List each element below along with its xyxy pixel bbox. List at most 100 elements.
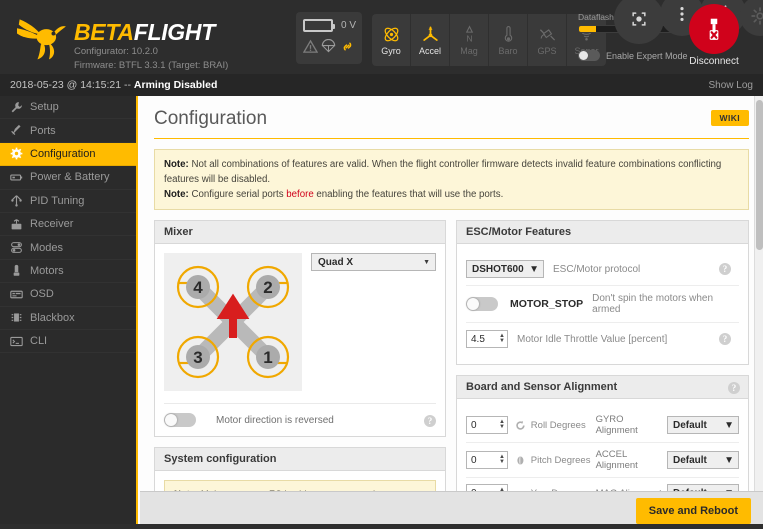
sensor-mag: N Mag <box>450 14 489 66</box>
mixer-panel-title: Mixer <box>155 221 445 244</box>
motor-stop-toggle[interactable] <box>466 297 498 311</box>
sidebar-item-osd[interactable]: OSD <box>0 283 136 307</box>
warning-triangle-icon <box>302 39 318 53</box>
sidebar-item-blackbox[interactable]: Blackbox <box>0 307 136 330</box>
save-and-reboot-button[interactable]: Save and Reboot <box>635 497 751 524</box>
left-column: Mixer 4 2 3 1 Quad X ▼ Motor direction i… <box>154 220 446 529</box>
expert-mode-toggle[interactable]: Enable Expert Mode <box>578 50 688 61</box>
chevron-down-icon: ▼ <box>724 454 734 466</box>
spinner-icon[interactable]: ▲▼ <box>499 333 505 344</box>
mixer-panel: Mixer 4 2 3 1 Quad X ▼ Motor direction i… <box>154 220 446 437</box>
motor-idle-input[interactable]: 4.5 ▲ ▼ <box>466 330 508 348</box>
sidebar-item-configuration[interactable]: Configuration <box>0 142 136 167</box>
spinner-icon[interactable]: ▲▼ <box>499 454 505 465</box>
note-1-text: Not all combinations of features are val… <box>164 159 722 185</box>
disconnect-label: Disconnect <box>689 56 739 67</box>
sidebar-item-setup[interactable]: Setup <box>0 96 136 120</box>
motor-idle-label: Motor Idle Throttle Value [percent] <box>517 333 668 345</box>
note-2-post: enabling the features that will use the … <box>313 189 504 200</box>
sidebar-item-label: Blackbox <box>30 311 75 324</box>
accel-icon <box>422 26 438 41</box>
title-divider <box>154 138 749 139</box>
disconnect-circle[interactable] <box>689 4 739 54</box>
sidebar-item-modes[interactable]: Modes <box>0 236 136 260</box>
roll-degrees-value: 0 <box>471 419 477 431</box>
esc-protocol-row: DSHOT600 ▼ ESC/Motor protocol ? <box>466 253 739 286</box>
battery-icon <box>10 174 23 181</box>
switch-icon <box>11 242 22 253</box>
note-1-label: Note: <box>164 159 189 170</box>
motor-stop-name: MOTOR_STOP <box>510 298 584 310</box>
scrollbar-thumb[interactable] <box>756 100 763 250</box>
sidebar-item-label: Receiver <box>30 218 74 231</box>
accel-alignment-select[interactable]: Default ▼ <box>667 451 739 469</box>
svg-text:1: 1 <box>263 348 272 367</box>
status-bar: 2018-05-23 @ 14:15:21 -- Arming Disabled… <box>0 74 763 96</box>
mixer-diagram: 4 2 3 1 <box>164 253 302 391</box>
mag-icon: N <box>465 24 473 43</box>
sliders-icon <box>11 195 22 207</box>
sensor-baro-label: Baro <box>498 45 518 56</box>
betaflight-bee-icon <box>17 19 66 60</box>
expert-mode-switch[interactable] <box>578 50 600 61</box>
mixer-type-select[interactable]: Quad X ▼ <box>311 253 436 271</box>
motor-direction-help-icon[interactable]: ? <box>424 415 436 427</box>
motor-stop-desc: Don't spin the motors when armed <box>592 293 713 315</box>
right-column: ESC/Motor Features DSHOT600 ▼ ESC/Motor … <box>456 220 749 529</box>
brand-flight-text: FLIGHT <box>133 19 216 45</box>
sidebar-item-receiver[interactable]: Receiver <box>0 213 136 237</box>
content-scrollbar[interactable] <box>754 96 763 491</box>
esc-panel-body: DSHOT600 ▼ ESC/Motor protocol ? MOTOR_ST… <box>457 244 748 364</box>
page-header: Configuration WIKI <box>140 96 763 139</box>
chevron-down-icon: ▼ <box>724 419 734 431</box>
alignment-row-pitch: 0 ▲ ▼ Pitch Degrees ACCEL Alignment Defau… <box>466 443 739 478</box>
status-message: 2018-05-23 @ 14:15:21 -- Arming Disabled <box>10 79 217 91</box>
mixer-panel-body: 4 2 3 1 Quad X ▼ Motor direction is reve… <box>155 244 445 436</box>
esc-protocol-label: ESC/Motor protocol <box>553 263 641 275</box>
settings-button[interactable] <box>740 0 763 36</box>
spinner-icon[interactable]: ▲▼ <box>499 419 505 430</box>
roll-degrees-input[interactable]: 0 ▲ ▼ <box>466 416 508 434</box>
wiki-button[interactable]: WIKI <box>710 110 749 126</box>
gyro-alignment-select[interactable]: Default ▼ <box>667 416 739 434</box>
note-line-2: Note: Configure serial ports before enab… <box>164 187 739 202</box>
esc-protocol-help-icon[interactable]: ? <box>719 263 731 275</box>
status-timestamp: 2018-05-23 @ 14:15:21 -- <box>10 79 131 91</box>
sensor-accel: Accel <box>411 14 450 66</box>
battery-voltage: 0 V <box>341 20 357 31</box>
status-arming: Arming Disabled <box>133 79 218 91</box>
disconnect-button[interactable]: Disconnect <box>686 4 742 67</box>
sensor-gyro: Gyro <box>372 14 411 66</box>
sensor-status-group: Gyro Accel N Mag Baro GPS <box>372 14 606 66</box>
sidebar-item-label: CLI <box>30 335 48 348</box>
gps-icon <box>539 28 555 40</box>
note-line-1: Note: Not all combinations of features a… <box>164 157 739 187</box>
motor-icon <box>13 265 20 277</box>
motor-idle-help-icon[interactable]: ? <box>719 333 731 345</box>
sidebar-item-ports[interactable]: Ports <box>0 119 136 143</box>
screen-icon <box>10 290 23 299</box>
sensor-gps: GPS <box>528 14 567 66</box>
sidebar-item-cli[interactable]: CLI <box>0 330 136 354</box>
alignment-help-icon[interactable]: ? <box>728 382 740 394</box>
show-log-link[interactable]: Show Log <box>709 80 753 91</box>
svg-text:2: 2 <box>263 278 272 297</box>
sidebar-item-label: PID Tuning <box>30 194 85 207</box>
esc-protocol-select[interactable]: DSHOT600 ▼ <box>466 260 544 278</box>
betaflight-configurator-window: BETAFLIGHT Configurator: 10.2.0 Firmware… <box>0 0 763 529</box>
sidebar-item-motors[interactable]: Motors <box>0 260 136 284</box>
motor-idle-row: 4.5 ▲ ▼ Motor Idle Throttle Value [percen… <box>466 323 739 355</box>
motor-direction-toggle[interactable] <box>164 413 196 427</box>
mixer-type-value: Quad X <box>318 256 354 268</box>
antenna-icon <box>11 218 22 230</box>
svg-text:N: N <box>466 33 472 43</box>
sidebar-item-label: Motors <box>30 264 64 277</box>
system-panel-title: System configuration <box>155 448 445 471</box>
sidebar-item-pid-tuning[interactable]: PID Tuning <box>0 190 136 213</box>
pitch-degrees-input[interactable]: 0 ▲ ▼ <box>466 451 508 469</box>
sensor-gps-label: GPS <box>537 45 557 56</box>
configurator-version: Configurator: 10.2.0 <box>74 46 158 57</box>
sidebar-item-label: Setup <box>30 101 59 114</box>
sidebar-item-power-battery[interactable]: Power & Battery <box>0 166 136 190</box>
reset-target-button[interactable] <box>614 0 664 44</box>
